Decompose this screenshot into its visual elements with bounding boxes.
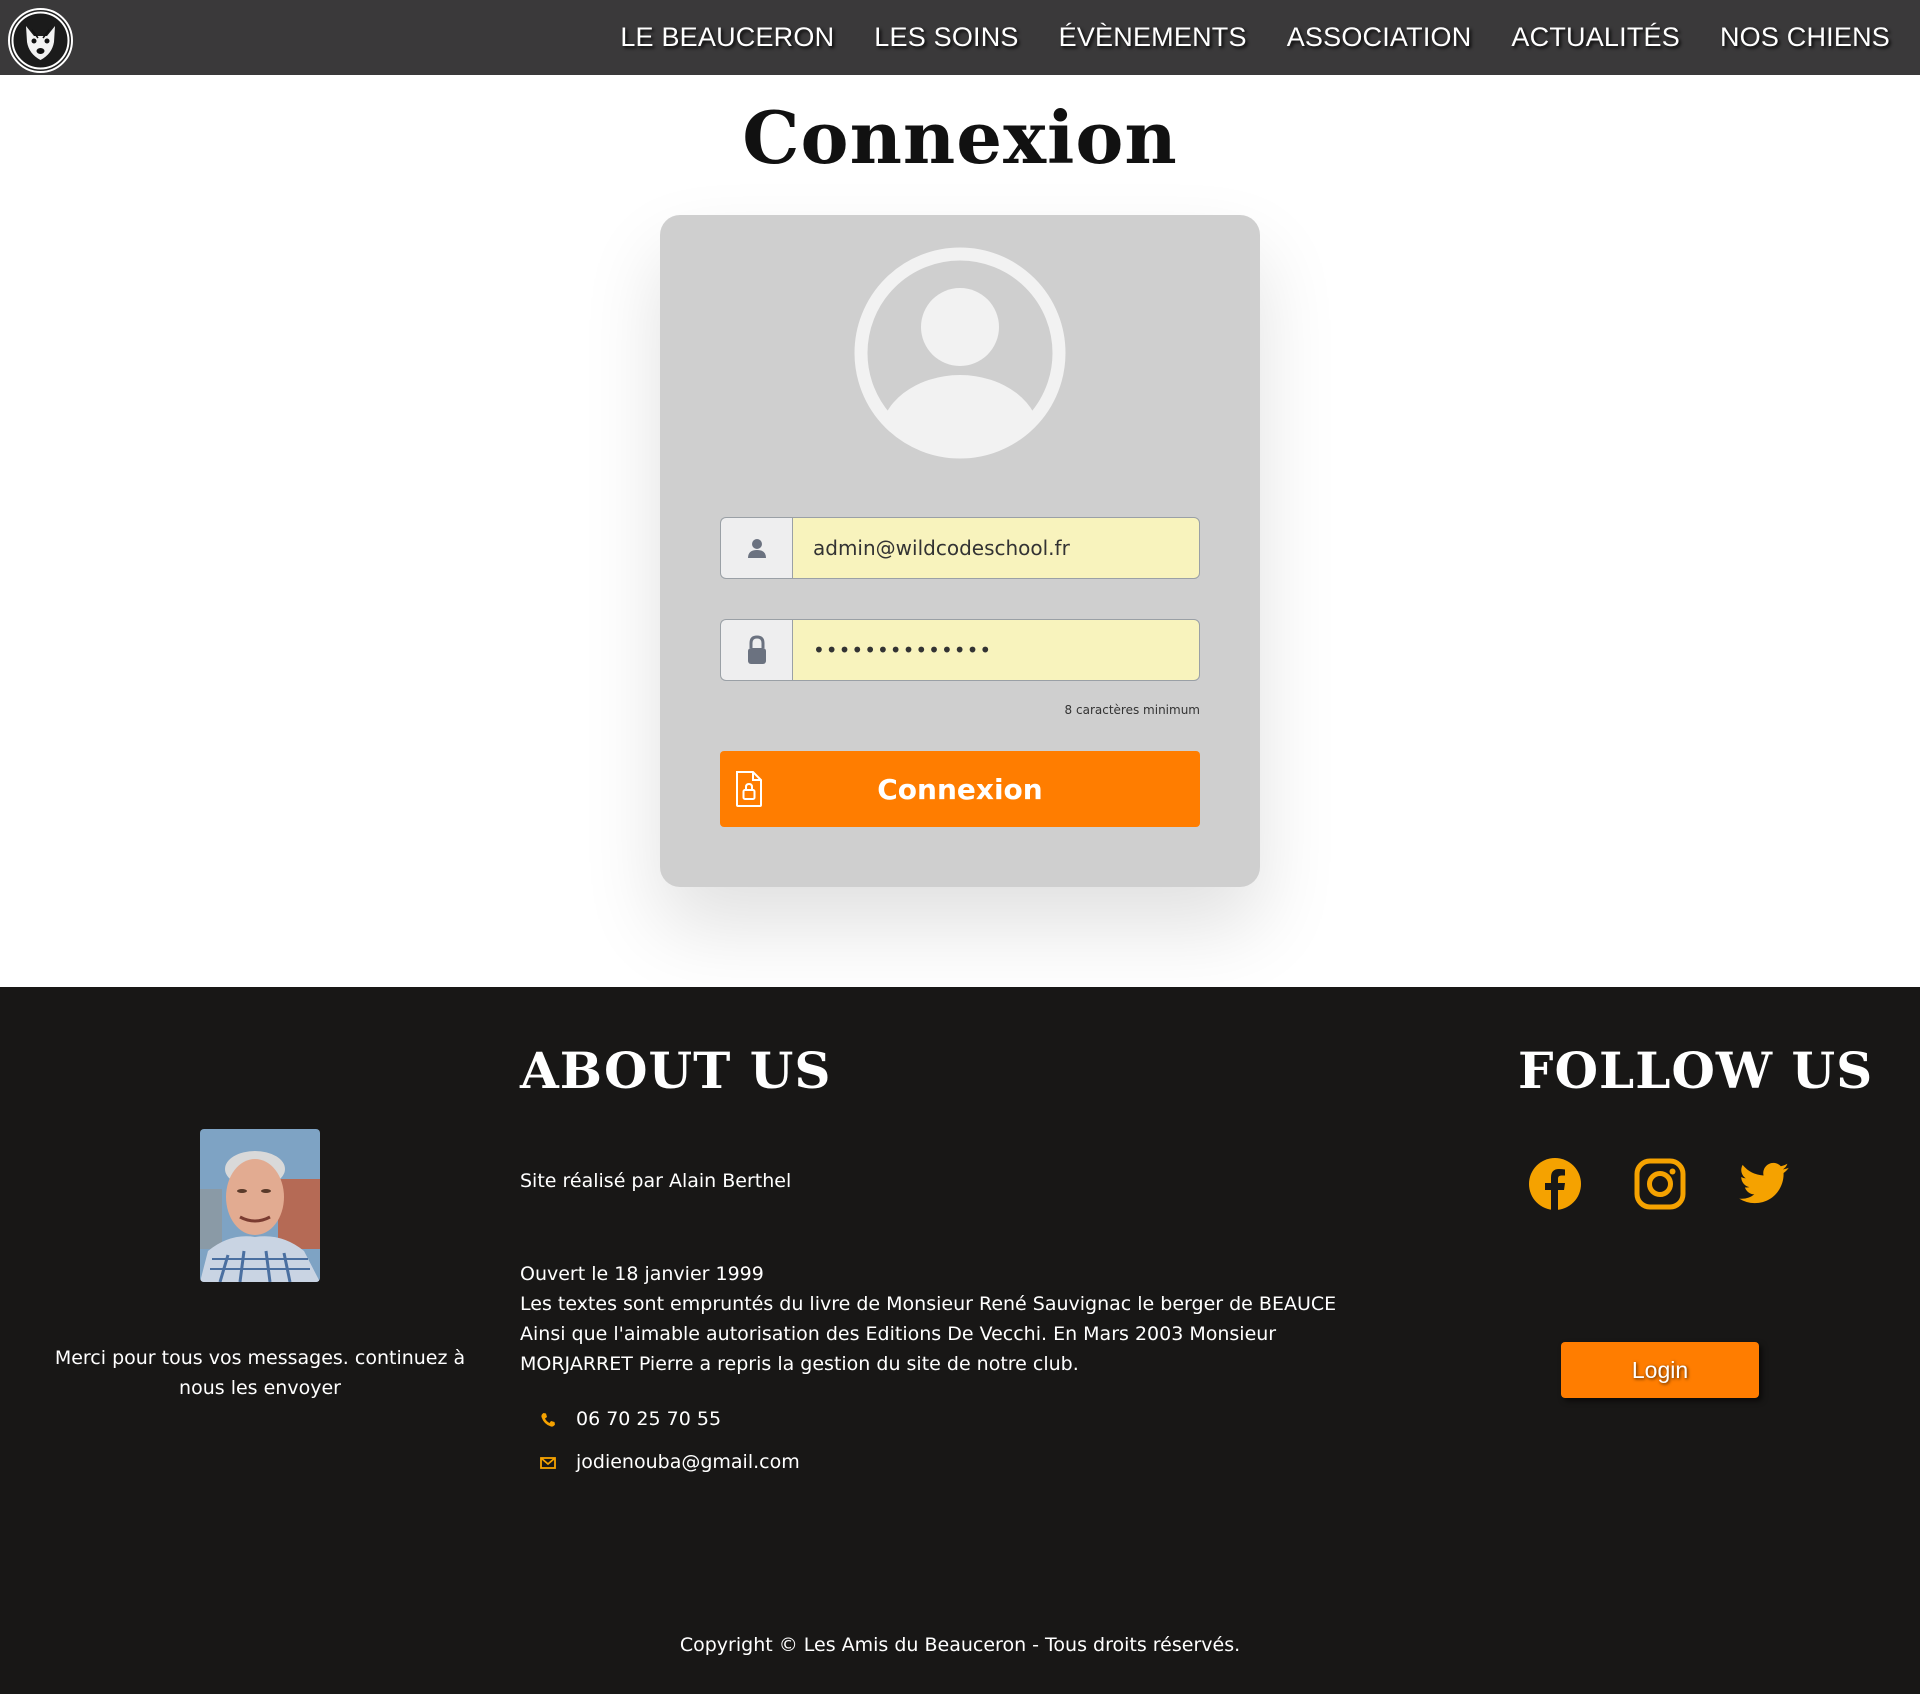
site-footer: Merci pour tous vos messages. continuez … [0, 987, 1920, 1694]
thanks-message: Merci pour tous vos messages. continuez … [54, 1347, 466, 1399]
contact-phone: 06 70 25 70 55 [540, 1408, 721, 1430]
contact-email: jodienouba@gmail.com [540, 1451, 800, 1473]
nav-actualites[interactable]: ACTUALITÉS [1511, 22, 1680, 53]
email-icon [540, 1454, 556, 1470]
page-title: Connexion [742, 95, 1178, 180]
password-hint: 8 caractères minimum [1064, 703, 1200, 717]
email-input[interactable] [792, 517, 1200, 579]
about-line: Les textes sont empruntés du livre de Mo… [520, 1293, 1337, 1315]
facebook-icon[interactable] [1528, 1157, 1582, 1211]
lock-icon [720, 619, 792, 681]
nav-les-soins[interactable]: LES SOINS [874, 22, 1018, 53]
password-input[interactable] [792, 619, 1200, 681]
top-navbar: LE BEAUCERON LES SOINS ÉVÈNEMENTS ASSOCI… [0, 0, 1920, 75]
about-text: Ouvert le 18 janvier 1999 Les textes son… [520, 1259, 1370, 1379]
instagram-icon[interactable] [1633, 1157, 1687, 1211]
user-avatar-icon [854, 247, 1066, 459]
copyright: Copyright © Les Amis du Beauceron - Tous… [679, 1634, 1241, 1656]
nav-evenements[interactable]: ÉVÈNEMENTS [1059, 22, 1247, 53]
site-credit: Site réalisé par Alain Berthel [520, 1170, 792, 1192]
submit-label: Connexion [877, 772, 1043, 806]
main-menu: LE BEAUCERON LES SOINS ÉVÈNEMENTS ASSOCI… [620, 0, 1890, 75]
user-icon [720, 517, 792, 579]
author-photo [200, 1129, 320, 1282]
follow-us-heading: FOLLOW US [1518, 1041, 1874, 1100]
email-address[interactable]: jodienouba@gmail.com [576, 1451, 800, 1473]
email-field-group [720, 517, 1200, 579]
login-card: 8 caractères minimum Connexion [660, 215, 1260, 887]
nav-le-beauceron[interactable]: LE BEAUCERON [620, 22, 834, 53]
site-logo-icon[interactable] [8, 8, 73, 73]
phone-number: 06 70 25 70 55 [576, 1408, 722, 1430]
nav-association[interactable]: ASSOCIATION [1287, 22, 1472, 53]
connexion-submit-button[interactable]: Connexion [720, 751, 1200, 827]
twitter-icon[interactable] [1737, 1157, 1791, 1211]
about-us-heading: ABOUT US [520, 1041, 832, 1100]
nav-nos-chiens[interactable]: NOS CHIENS [1720, 22, 1890, 53]
about-line: Ouvert le 18 janvier 1999 [520, 1263, 764, 1285]
footer-login-button[interactable]: Login [1561, 1342, 1759, 1398]
file-lock-icon [734, 770, 764, 808]
phone-icon [540, 1411, 556, 1427]
about-line: Ainsi que l'aimable autorisation des Edi… [520, 1323, 1277, 1375]
password-field-group [720, 619, 1200, 681]
